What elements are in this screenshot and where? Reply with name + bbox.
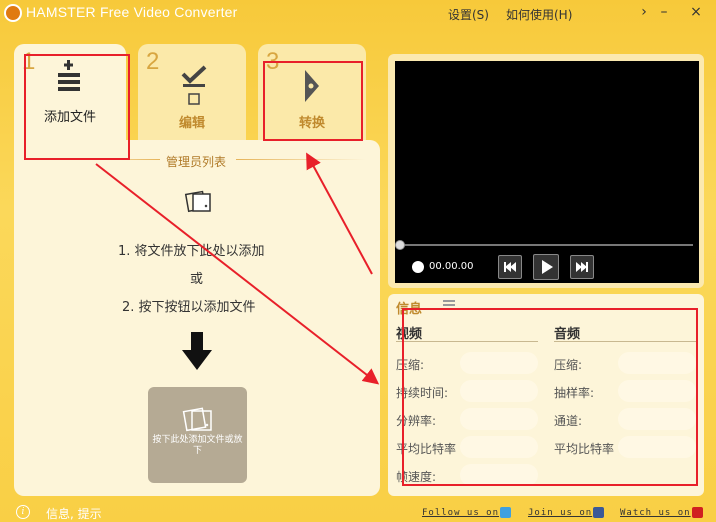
collapse-arrow-icon[interactable]: › bbox=[636, 4, 652, 20]
youtube-icon bbox=[691, 507, 703, 518]
skip-forward-icon bbox=[576, 262, 588, 272]
instruction-drop: 1. 将文件放下此处以添加 bbox=[118, 244, 265, 259]
hamster-logo-icon bbox=[4, 4, 22, 22]
next-button[interactable] bbox=[570, 255, 594, 279]
clock-icon bbox=[412, 261, 424, 273]
file-list-title: 管理员列表 bbox=[166, 155, 227, 169]
play-button[interactable] bbox=[533, 254, 559, 280]
join-link-label: Join us on bbox=[528, 508, 593, 518]
follow-link-label: Follow us on bbox=[422, 508, 500, 518]
app-title: HAMSTER Free Video Converter bbox=[26, 4, 238, 20]
twitter-icon bbox=[500, 507, 512, 518]
annotation-box-convert bbox=[263, 61, 363, 141]
watch-link-label: Watch us on bbox=[620, 508, 691, 518]
video-progress-handle[interactable] bbox=[395, 240, 405, 250]
follow-twitter-link[interactable]: Follow us on bbox=[422, 507, 512, 518]
annotation-box-info bbox=[402, 308, 698, 486]
checklist-icon bbox=[181, 65, 207, 105]
previous-button[interactable] bbox=[498, 255, 522, 279]
menu-how-to-use[interactable]: 如何使用(H) bbox=[506, 6, 572, 23]
info-icon: i bbox=[16, 505, 30, 519]
close-button[interactable]: × bbox=[688, 4, 704, 20]
instruction-or: 或 bbox=[190, 272, 204, 287]
files-icon bbox=[182, 407, 212, 432]
video-progress-track[interactable] bbox=[399, 244, 693, 246]
play-icon bbox=[542, 260, 553, 274]
skip-back-icon bbox=[504, 262, 516, 272]
annotation-box-add-files bbox=[24, 54, 130, 160]
instruction-click: 2. 按下按钮以添加文件 bbox=[122, 300, 256, 315]
facebook-icon bbox=[593, 507, 605, 518]
video-screen bbox=[395, 61, 699, 283]
add-files-button[interactable]: 按下此处添加文件或放下 bbox=[148, 387, 247, 483]
join-facebook-link[interactable]: Join us on bbox=[528, 507, 605, 518]
time-readout: 00.00.00 bbox=[429, 261, 474, 272]
tab-label: 编辑 bbox=[178, 116, 205, 131]
files-icon bbox=[184, 190, 211, 213]
tab-number: 2 bbox=[146, 48, 160, 75]
tab-edit[interactable]: 2 编辑 bbox=[138, 44, 246, 148]
minimize-button[interactable]: – bbox=[656, 4, 672, 20]
divider bbox=[236, 159, 366, 160]
watch-youtube-link[interactable]: Watch us on bbox=[620, 507, 703, 518]
add-files-button-label: 按下此处添加文件或放下 bbox=[152, 435, 243, 456]
arrow-down-icon bbox=[182, 332, 212, 370]
status-text: 信息, 提示 bbox=[46, 507, 102, 521]
menu-settings[interactable]: 设置(S) bbox=[448, 6, 489, 23]
